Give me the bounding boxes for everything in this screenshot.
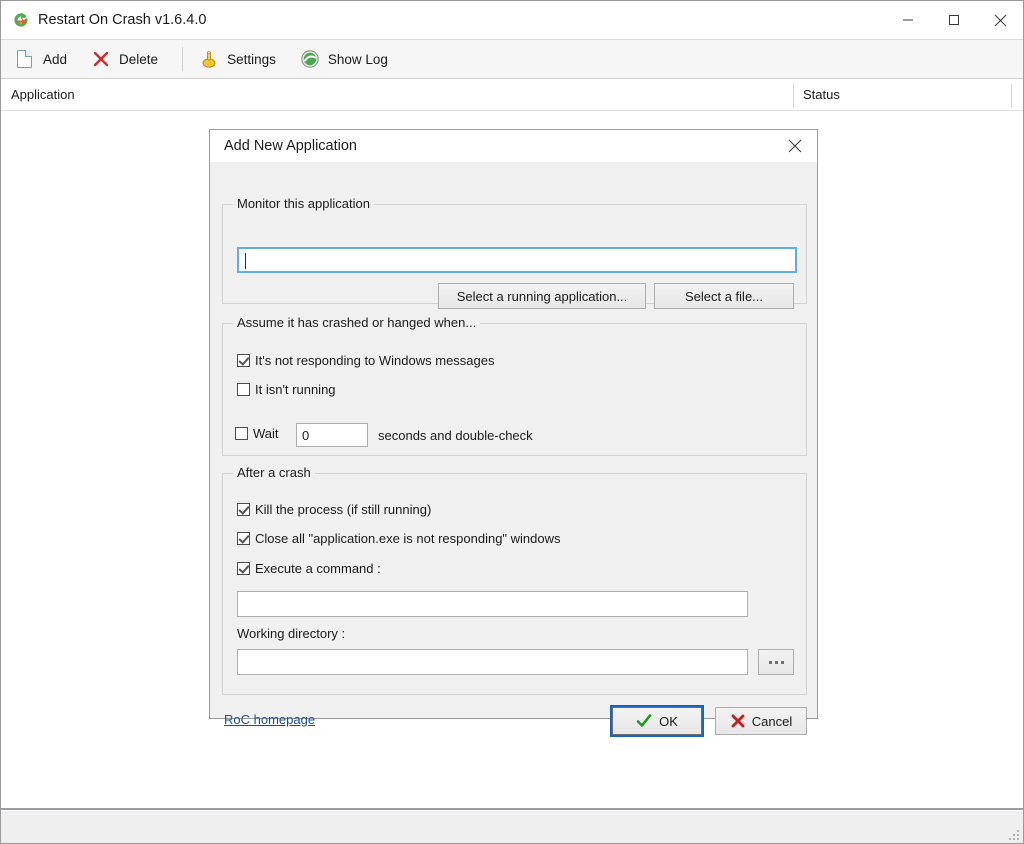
toolbar-show-log-label: Show Log bbox=[327, 51, 388, 67]
dialog-titlebar: Add New Application bbox=[210, 130, 817, 162]
toolbar-add-button[interactable]: Add bbox=[9, 44, 79, 74]
window-controls bbox=[885, 1, 1023, 39]
dialog-title: Add New Application bbox=[224, 138, 357, 154]
checkbox-kill-process[interactable]: Kill the process (if still running) bbox=[237, 502, 431, 517]
titlebar-left: Restart On Crash v1.6.4.0 bbox=[1, 11, 206, 29]
working-directory-input[interactable] bbox=[237, 649, 748, 675]
application-path-input[interactable] bbox=[237, 247, 797, 273]
toolbar-show-log-button[interactable]: Show Log bbox=[294, 44, 400, 74]
column-header-application[interactable]: Application bbox=[11, 87, 75, 102]
application-list-header: Application Status bbox=[1, 80, 1023, 110]
close-icon bbox=[994, 14, 1006, 26]
checkbox-box-icon[interactable] bbox=[237, 532, 250, 545]
close-icon bbox=[788, 139, 802, 153]
checkbox-isnt-running-label: It isn't running bbox=[255, 382, 336, 397]
red-x-icon bbox=[91, 49, 111, 69]
toolbar-settings-button[interactable]: Settings bbox=[193, 44, 288, 74]
cancel-button-label: Cancel bbox=[751, 713, 793, 729]
after-group-legend: After a crash bbox=[233, 465, 315, 480]
new-document-icon bbox=[15, 49, 35, 69]
wait-suffix-label: seconds and double-check bbox=[378, 428, 533, 443]
command-input[interactable] bbox=[237, 591, 748, 617]
settings-gear-icon bbox=[199, 49, 219, 69]
wait-seconds-input[interactable]: 0 bbox=[296, 423, 368, 447]
checkbox-wait-label: Wait bbox=[253, 426, 279, 441]
working-directory-label: Working directory : bbox=[237, 626, 346, 641]
resize-grip-icon[interactable] bbox=[1005, 826, 1019, 840]
maximize-icon bbox=[949, 15, 959, 25]
checkbox-isnt-running[interactable]: It isn't running bbox=[237, 382, 336, 397]
maximize-button[interactable] bbox=[931, 1, 977, 39]
after-crash-group: After a crash Kill the process (if still… bbox=[222, 465, 807, 695]
window-titlebar: Restart On Crash v1.6.4.0 bbox=[1, 1, 1023, 39]
ok-button[interactable]: OK bbox=[610, 705, 704, 737]
main-window: Restart On Crash v1.6.4.0 Add Delete Set… bbox=[0, 0, 1024, 844]
checkbox-box-icon[interactable] bbox=[237, 383, 250, 396]
monitor-group-legend: Monitor this application bbox=[233, 196, 374, 211]
assume-group-legend: Assume it has crashed or hanged when... bbox=[233, 315, 481, 330]
checkbox-execute-command[interactable]: Execute a command : bbox=[237, 561, 381, 576]
column-divider[interactable] bbox=[1011, 84, 1012, 108]
minimize-button[interactable] bbox=[885, 1, 931, 39]
text-caret bbox=[245, 253, 246, 269]
checkbox-close-not-responding-windows[interactable]: Close all "application.exe is not respon… bbox=[237, 531, 561, 546]
status-bar bbox=[1, 811, 1023, 843]
dialog-close-button[interactable] bbox=[773, 130, 817, 162]
monitor-application-group: Monitor this application Select a runnin… bbox=[222, 196, 807, 309]
checkbox-box-icon[interactable] bbox=[237, 562, 250, 575]
window-title: Restart On Crash v1.6.4.0 bbox=[38, 12, 207, 28]
checkbox-close-windows-label: Close all "application.exe is not respon… bbox=[255, 531, 561, 546]
toolbar-delete-button[interactable]: Delete bbox=[85, 44, 170, 74]
checkbox-box-icon[interactable] bbox=[237, 354, 250, 367]
close-button[interactable] bbox=[977, 1, 1023, 39]
toolbar-add-label: Add bbox=[43, 51, 68, 67]
roc-homepage-link[interactable]: RoC homepage bbox=[224, 712, 315, 727]
checkbox-execute-command-label: Execute a command : bbox=[255, 561, 381, 576]
checkbox-not-responding[interactable]: It's not responding to Windows messages bbox=[237, 353, 495, 368]
add-new-application-dialog: Add New Application Monitor this applica… bbox=[209, 129, 818, 737]
crash-detection-group: Assume it has crashed or hanged when... … bbox=[222, 315, 807, 456]
checkbox-kill-process-label: Kill the process (if still running) bbox=[255, 502, 432, 517]
checkbox-wait[interactable]: Wait bbox=[235, 426, 279, 441]
checkbox-box-icon[interactable] bbox=[237, 503, 250, 516]
minimize-icon bbox=[903, 19, 913, 21]
log-globe-icon bbox=[300, 49, 320, 69]
ellipsis-icon bbox=[768, 660, 784, 664]
restart-on-crash-icon bbox=[12, 11, 30, 29]
green-check-icon bbox=[636, 714, 652, 727]
select-running-application-button[interactable]: Select a running application... bbox=[438, 283, 646, 309]
column-header-status[interactable]: Status bbox=[803, 87, 840, 102]
column-divider[interactable] bbox=[793, 84, 794, 108]
checkbox-box-icon[interactable] bbox=[235, 427, 248, 440]
red-x-icon bbox=[731, 714, 745, 728]
toolbar-settings-label: Settings bbox=[227, 51, 276, 67]
checkbox-not-responding-label: It's not responding to Windows messages bbox=[255, 353, 495, 368]
dialog-body: Monitor this application Select a runnin… bbox=[210, 162, 817, 737]
toolbar-separator bbox=[182, 47, 184, 71]
main-toolbar: Add Delete Settings Show Log bbox=[1, 39, 1023, 79]
toolbar-delete-label: Delete bbox=[119, 51, 159, 67]
select-file-button[interactable]: Select a file... bbox=[654, 283, 794, 309]
ok-button-label: OK bbox=[659, 713, 678, 729]
cancel-button[interactable]: Cancel bbox=[715, 707, 807, 735]
browse-working-directory-button[interactable] bbox=[758, 649, 794, 675]
